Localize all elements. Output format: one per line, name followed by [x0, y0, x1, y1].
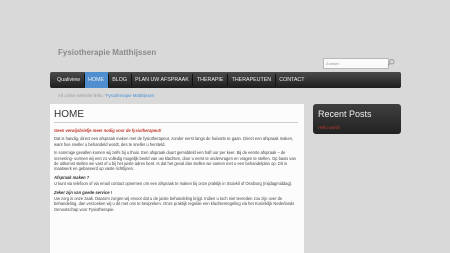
nav-item-home[interactable]: HOME: [84, 72, 108, 88]
recent-posts-title: Recent Posts: [318, 109, 372, 119]
subheading-afspraak: Afspraak maken ?: [54, 174, 90, 180]
paragraph: Uw zorg is onze zaak. Daarom zorgen wij …: [54, 196, 295, 212]
page-title: HOME: [54, 109, 84, 120]
paragraph: Dat is handig, direct een afspraak maken…: [54, 136, 294, 147]
breadcrumb-current[interactable]: Fysiotherapie Matthijssen: [106, 93, 155, 98]
search-icon[interactable]: [387, 58, 395, 67]
nav-item-qualiview[interactable]: Qualiview: [50, 72, 84, 88]
intro-highlight: Geen verwijsbriefje meer nodig voor de f…: [54, 128, 162, 133]
site-title[interactable]: Fysiotherapie Matthijssen: [58, 48, 156, 57]
breadcrumb: Alt online Website links / Fysiotherapie…: [58, 93, 154, 98]
subheading-service: Zeker zijn van goede service !: [54, 189, 113, 195]
article-body: Geen verwijsbriefje meer nodig voor de f…: [54, 128, 300, 215]
nav-item-plan-afspraak[interactable]: PLAN UW AFSPRAAK: [132, 72, 193, 88]
breadcrumb-separator: /: [103, 93, 105, 98]
recent-posts-widget: Recent Posts Hello world!: [313, 104, 401, 134]
breadcrumb-root[interactable]: Alt online Website links: [58, 93, 102, 98]
main-content: HOME Geen verwijsbriefje meer nodig voor…: [50, 104, 304, 253]
nav-item-contact[interactable]: CONTACT: [276, 72, 308, 88]
paragraph: U kunt via telefoon of via email contact…: [54, 181, 293, 187]
nav-item-therapeuten[interactable]: THERAPEUTEN: [228, 72, 275, 88]
title-divider: [54, 122, 298, 123]
nav-item-blog[interactable]: BLOG: [109, 72, 131, 88]
recent-post-link[interactable]: Hello world!: [318, 125, 340, 130]
nav-item-therapie[interactable]: THERAPIE: [193, 72, 227, 88]
search-input[interactable]: Zoeken: [323, 58, 389, 69]
paragraph: In sommige gevallen komen wij zelfs bij …: [54, 150, 296, 172]
main-navigation: Qualiview HOME BLOG PLAN UW AFSPRAAK THE…: [50, 72, 401, 88]
